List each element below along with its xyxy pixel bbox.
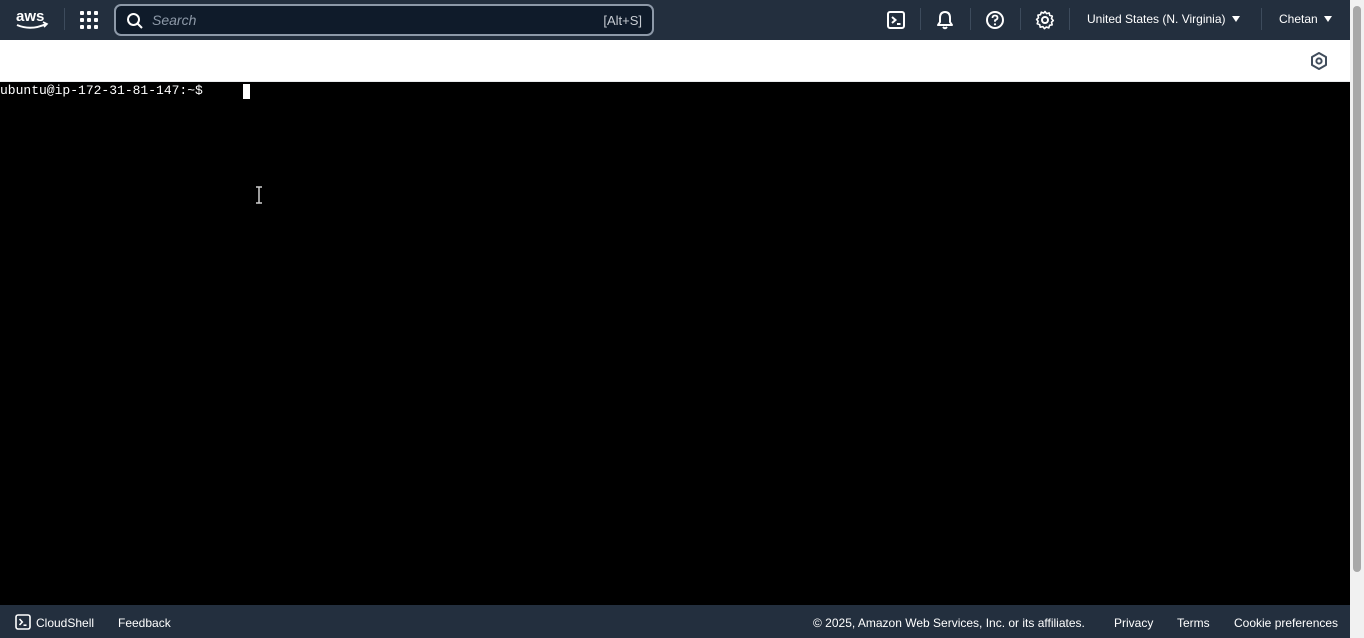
help-icon[interactable] <box>984 9 1006 31</box>
aws-logo-text: aws <box>16 8 44 25</box>
nav-divider <box>1069 8 1070 30</box>
feedback-link[interactable]: Feedback <box>118 616 171 630</box>
bell-icon[interactable] <box>934 9 956 31</box>
chevron-down-icon <box>1231 16 1240 22</box>
nav-divider <box>64 8 65 30</box>
nav-divider <box>970 8 971 30</box>
settings-hexagon-icon[interactable] <box>1309 51 1329 71</box>
search-shortcut: [Alt+S] <box>603 13 642 28</box>
cloudshell-link[interactable]: CloudShell <box>36 616 94 630</box>
account-menu[interactable]: Chetan <box>1279 12 1332 26</box>
terms-link[interactable]: Terms <box>1177 616 1210 630</box>
search-placeholder: Search <box>152 12 197 28</box>
region-selector[interactable]: United States (N. Virginia) <box>1087 12 1240 26</box>
top-navigation: aws Search [Alt+S] United States (N. Vir… <box>0 0 1350 40</box>
services-menu-icon[interactable] <box>79 10 99 30</box>
terminal-prompt: ubuntu@ip-172-31-81-147:~$ <box>0 83 211 98</box>
gear-icon[interactable] <box>1034 9 1056 31</box>
page-scrollbar[interactable] <box>1350 0 1364 638</box>
aws-logo[interactable]: aws <box>14 8 50 32</box>
cookie-preferences-link[interactable]: Cookie preferences <box>1234 616 1338 630</box>
user-label: Chetan <box>1279 12 1318 26</box>
search-input[interactable]: Search [Alt+S] <box>114 4 654 36</box>
cloudshell-footer-icon[interactable] <box>15 614 31 630</box>
text-cursor-icon <box>256 186 262 204</box>
search-icon <box>127 13 143 29</box>
copyright-text: © 2025, Amazon Web Services, Inc. or its… <box>813 616 1085 630</box>
cloudshell-icon[interactable] <box>885 9 907 31</box>
terminal-cursor <box>243 84 250 99</box>
terminal-area[interactable]: ubuntu@ip-172-31-81-147:~$ <box>0 82 1350 605</box>
footer: CloudShell Feedback © 2025, Amazon Web S… <box>0 605 1350 638</box>
chevron-down-icon <box>1323 16 1332 22</box>
region-label: United States (N. Virginia) <box>1087 12 1226 26</box>
cloudshell-toolbar <box>0 40 1350 82</box>
nav-divider <box>1020 8 1021 30</box>
nav-divider <box>1261 8 1262 30</box>
scrollbar-thumb[interactable] <box>1353 6 1361 572</box>
privacy-link[interactable]: Privacy <box>1114 616 1153 630</box>
nav-divider <box>920 8 921 30</box>
